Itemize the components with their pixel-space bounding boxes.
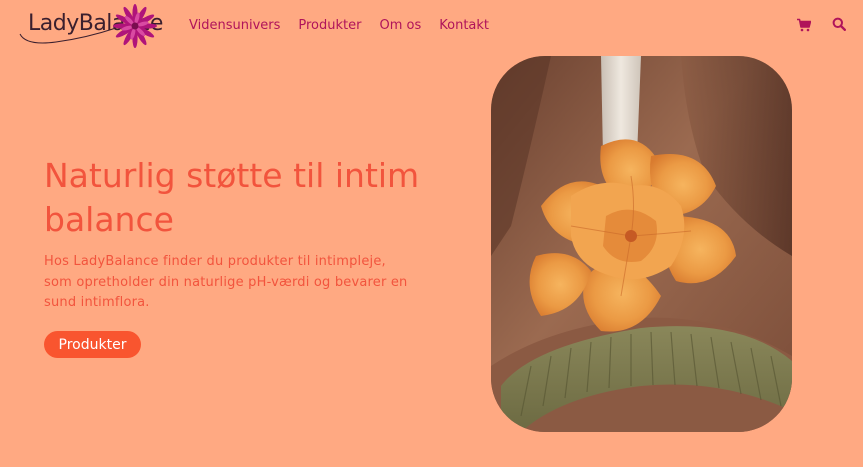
products-button[interactable]: Produkter [44, 331, 141, 358]
nav-item-om-os[interactable]: Om os [379, 18, 421, 33]
nav-item-kontakt[interactable]: Kontakt [439, 18, 489, 33]
hero-description: Hos LadyBalance finder du produkter til … [44, 254, 408, 310]
hero-image [491, 56, 792, 432]
site-header: LadyBalance Vidensunivers Produkter Om o… [0, 0, 863, 52]
search-icon[interactable] [832, 17, 846, 31]
hero-photo [491, 56, 792, 432]
main-nav: Vidensunivers Produkter Om os Kontakt [189, 18, 489, 33]
flower-logo-icon [113, 4, 157, 48]
hero-title: Naturlig støtte til intim balance [44, 156, 420, 239]
nav-item-vidensunivers[interactable]: Vidensunivers [189, 18, 280, 33]
cart-icon[interactable] [797, 18, 811, 32]
logo[interactable]: LadyBalance [16, 2, 163, 50]
nav-item-produkter[interactable]: Produkter [298, 18, 361, 33]
